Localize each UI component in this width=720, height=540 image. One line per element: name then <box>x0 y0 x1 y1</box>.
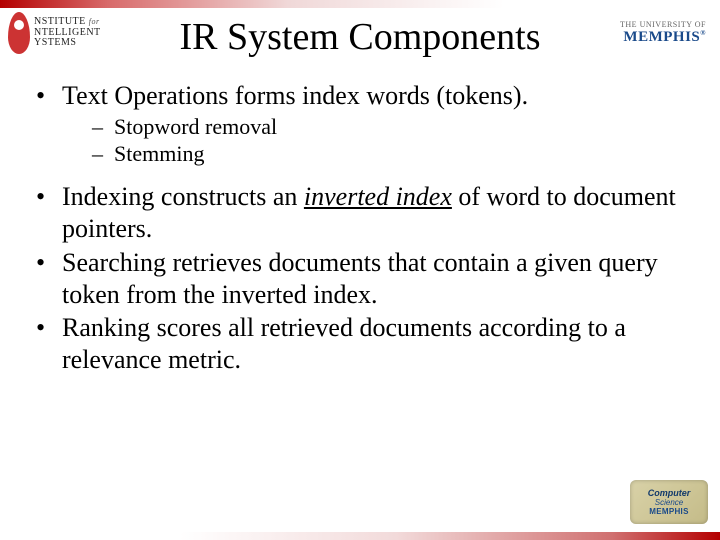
bullet-text: Text Operations forms index words (token… <box>62 80 690 112</box>
bullet-text: Searching retrieves documents that conta… <box>62 247 690 310</box>
slide-content: • Text Operations forms index words (tok… <box>34 80 690 378</box>
bullet-text: Indexing constructs an inverted index of… <box>62 181 690 244</box>
bullet-item: • Indexing constructs an inverted index … <box>34 181 690 244</box>
emphasized-term: inverted index <box>304 182 452 211</box>
footer-logo-line: Science <box>655 498 683 507</box>
sub-bullet-group: – Stopword removal – Stemming <box>92 114 690 168</box>
slide-title: IR System Components <box>0 15 720 59</box>
top-accent-bar <box>0 0 720 8</box>
footer-logo-line: Computer <box>648 488 691 498</box>
sub-bullet-item: – Stopword removal <box>92 114 690 141</box>
sub-bullet-mark: – <box>92 141 114 168</box>
footer-dept-logo: Computer Science MEMPHIS <box>630 480 708 524</box>
bullet-mark: • <box>34 247 62 310</box>
sub-bullet-text: Stopword removal <box>114 114 277 141</box>
sub-bullet-text: Stemming <box>114 141 204 168</box>
bottom-accent-bar <box>0 532 720 540</box>
sub-bullet-mark: – <box>92 114 114 141</box>
sub-bullet-item: – Stemming <box>92 141 690 168</box>
bullet-mark: • <box>34 312 62 375</box>
bullet-text: Ranking scores all retrieved documents a… <box>62 312 690 375</box>
bullet-mark: • <box>34 181 62 244</box>
bullet-item: • Searching retrieves documents that con… <box>34 247 690 310</box>
bullet-item: • Ranking scores all retrieved documents… <box>34 312 690 375</box>
bullet-item: • Text Operations forms index words (tok… <box>34 80 690 112</box>
footer-logo-line: MEMPHIS <box>649 507 688 516</box>
bullet-mark: • <box>34 80 62 112</box>
